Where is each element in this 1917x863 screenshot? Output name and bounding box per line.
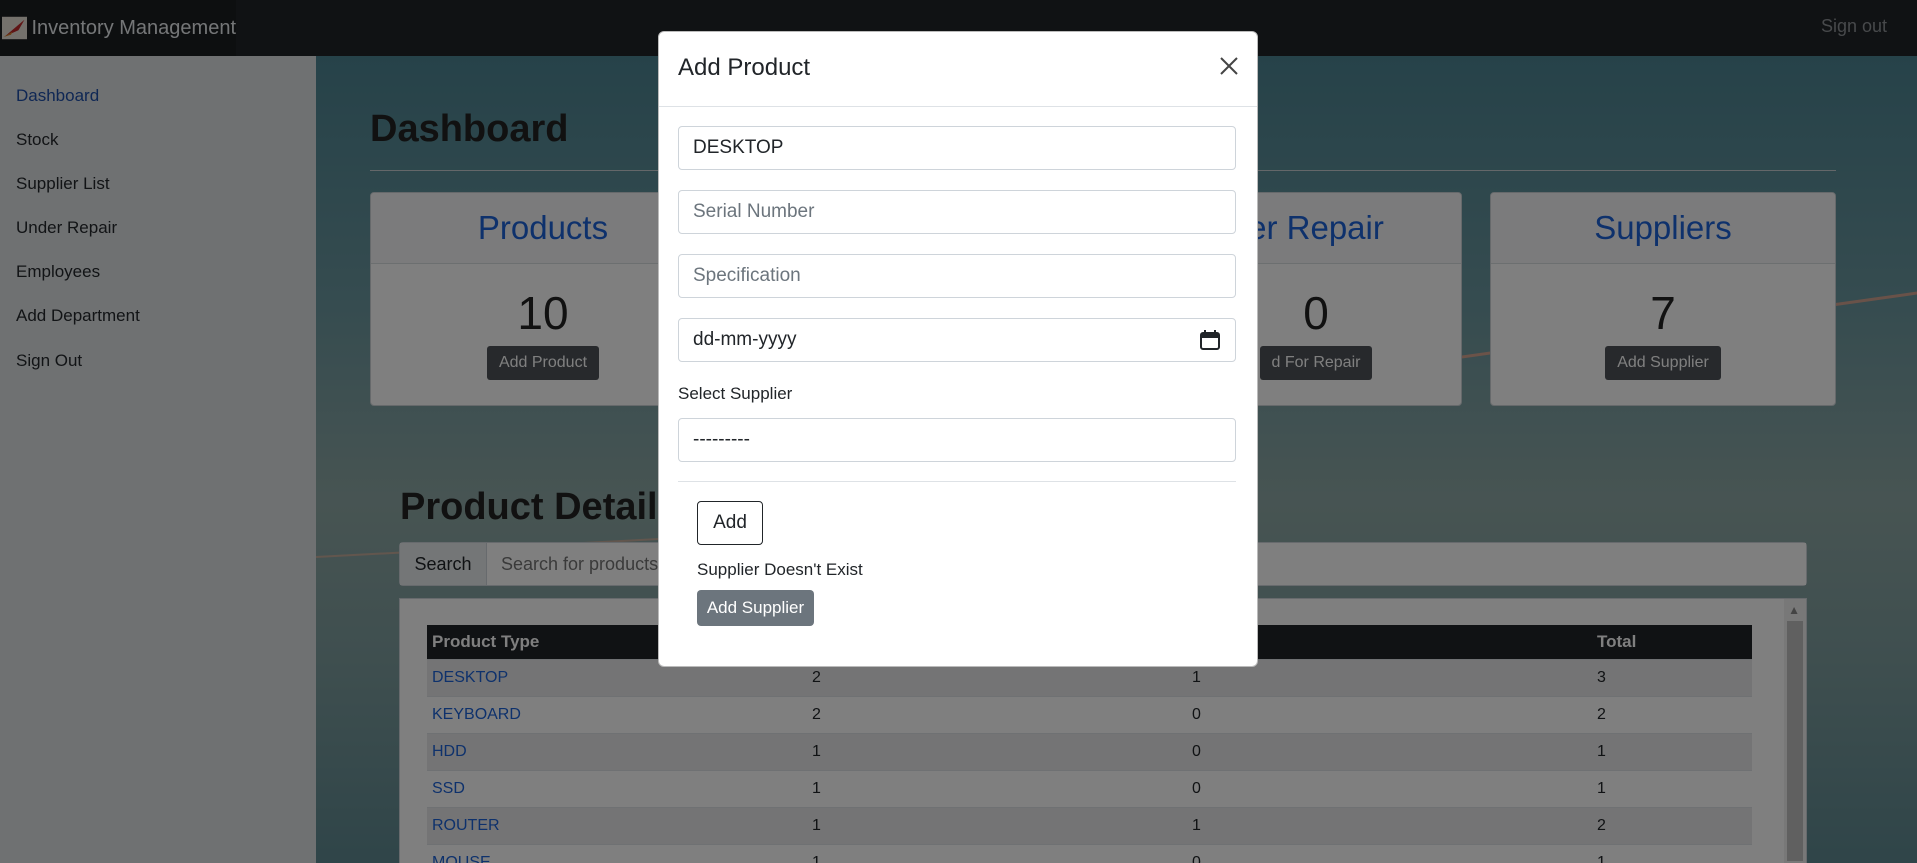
add-button[interactable]: Add: [697, 501, 763, 545]
select-supplier-label: Select Supplier: [678, 384, 793, 403]
date-field[interactable]: dd-mm-yyyy: [678, 318, 1236, 362]
modal-header: Add Product: [659, 32, 1257, 107]
calendar-icon[interactable]: [1199, 329, 1221, 351]
add-supplier-button[interactable]: Add Supplier: [697, 590, 814, 626]
date-placeholder: dd-mm-yyyy: [693, 329, 797, 350]
add-product-modal: Add Product dd-mm-yyyy Select Supplier -…: [658, 31, 1258, 667]
close-icon[interactable]: [1217, 54, 1241, 78]
supplier-not-exist-text: Supplier Doesn't Exist: [697, 560, 863, 579]
serial-number-field[interactable]: [678, 190, 1236, 234]
modal-title: Add Product: [678, 54, 811, 81]
supplier-select[interactable]: ---------: [678, 418, 1236, 462]
product-type-field[interactable]: [678, 126, 1236, 170]
divider: [678, 481, 1236, 482]
specification-field[interactable]: [678, 254, 1236, 298]
supplier-select-value: ---------: [693, 429, 750, 450]
